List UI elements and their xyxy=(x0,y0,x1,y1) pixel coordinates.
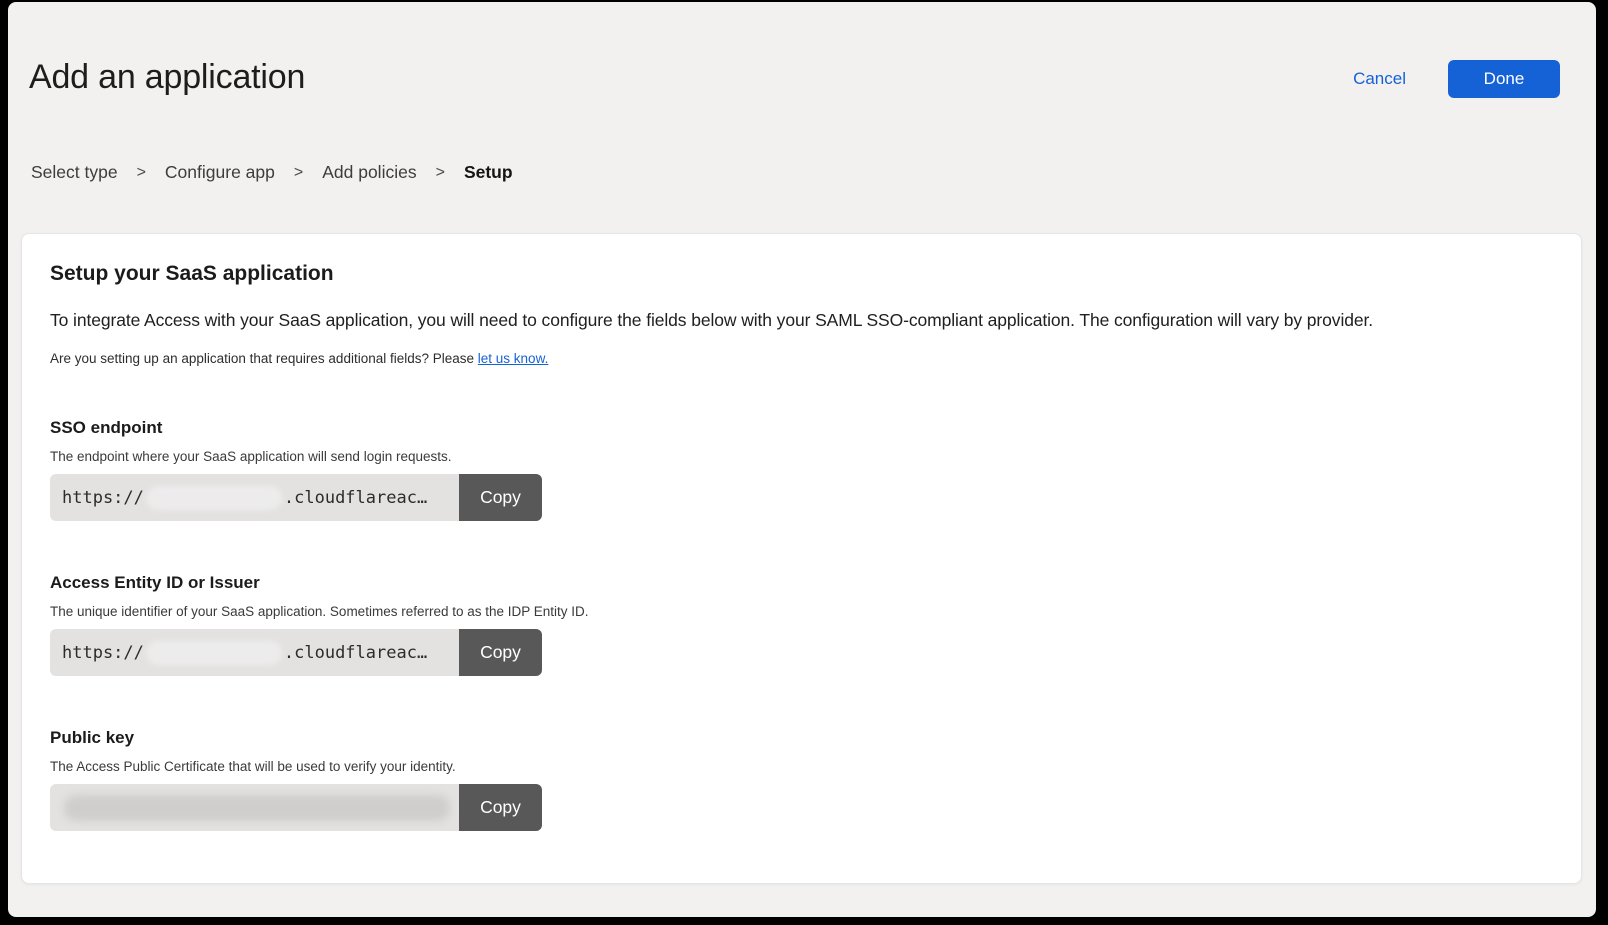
public-key-copy-button[interactable]: Copy xyxy=(459,784,542,831)
page-title: Add an application xyxy=(29,58,305,97)
value-prefix: https:// xyxy=(62,488,144,508)
sso-endpoint-copy-row: https:// .cloudflareac… Copy xyxy=(50,474,542,521)
breadcrumb-item-configure-app[interactable]: Configure app xyxy=(165,162,275,183)
redacted-subdomain xyxy=(146,641,282,665)
card-note-text: Are you setting up an application that r… xyxy=(50,351,1553,366)
access-entity-id-copy-button[interactable]: Copy xyxy=(459,629,542,676)
header-actions: Cancel Done xyxy=(1353,60,1560,98)
public-key-section: Public key The Access Public Certificate… xyxy=(50,728,1553,831)
redacted-certificate xyxy=(64,795,450,821)
note-prefix: Are you setting up an application that r… xyxy=(50,351,478,366)
setup-card: Setup your SaaS application To integrate… xyxy=(21,233,1582,884)
sso-endpoint-section: SSO endpoint The endpoint where your Saa… xyxy=(50,418,1553,521)
let-us-know-link[interactable]: let us know. xyxy=(478,351,549,366)
public-key-copy-row: Copy xyxy=(50,784,542,831)
cancel-button[interactable]: Cancel xyxy=(1353,69,1406,89)
public-key-description: The Access Public Certificate that will … xyxy=(50,759,1553,774)
done-button[interactable]: Done xyxy=(1448,60,1560,98)
sso-endpoint-description: The endpoint where your SaaS application… xyxy=(50,449,1553,464)
card-heading: Setup your SaaS application xyxy=(50,262,1553,286)
access-entity-id-description: The unique identifier of your SaaS appli… xyxy=(50,604,1553,619)
breadcrumb-item-setup: Setup xyxy=(464,162,513,183)
value-suffix: .cloudflareac… xyxy=(284,488,427,508)
breadcrumb-item-select-type[interactable]: Select type xyxy=(31,162,118,183)
sso-endpoint-label: SSO endpoint xyxy=(50,418,1553,438)
app-screen: Add an application Cancel Done Select ty… xyxy=(8,2,1596,917)
sso-endpoint-copy-button[interactable]: Copy xyxy=(459,474,542,521)
page-header: Add an application Cancel Done xyxy=(8,2,1596,98)
access-entity-id-value[interactable]: https:// .cloudflareac… xyxy=(50,629,459,676)
value-suffix: .cloudflareac… xyxy=(284,643,427,663)
card-intro-text: To integrate Access with your SaaS appli… xyxy=(50,310,1553,331)
breadcrumb: Select type > Configure app > Add polici… xyxy=(8,162,1596,183)
access-entity-id-label: Access Entity ID or Issuer xyxy=(50,573,1553,593)
public-key-value[interactable] xyxy=(50,784,459,831)
breadcrumb-separator: > xyxy=(294,164,303,182)
value-prefix: https:// xyxy=(62,643,144,663)
access-entity-id-section: Access Entity ID or Issuer The unique id… xyxy=(50,573,1553,676)
redacted-subdomain xyxy=(146,486,282,510)
access-entity-id-copy-row: https:// .cloudflareac… Copy xyxy=(50,629,542,676)
public-key-label: Public key xyxy=(50,728,1553,748)
sso-endpoint-value[interactable]: https:// .cloudflareac… xyxy=(50,474,459,521)
breadcrumb-separator: > xyxy=(137,164,146,182)
breadcrumb-separator: > xyxy=(436,164,445,182)
breadcrumb-item-add-policies[interactable]: Add policies xyxy=(322,162,416,183)
